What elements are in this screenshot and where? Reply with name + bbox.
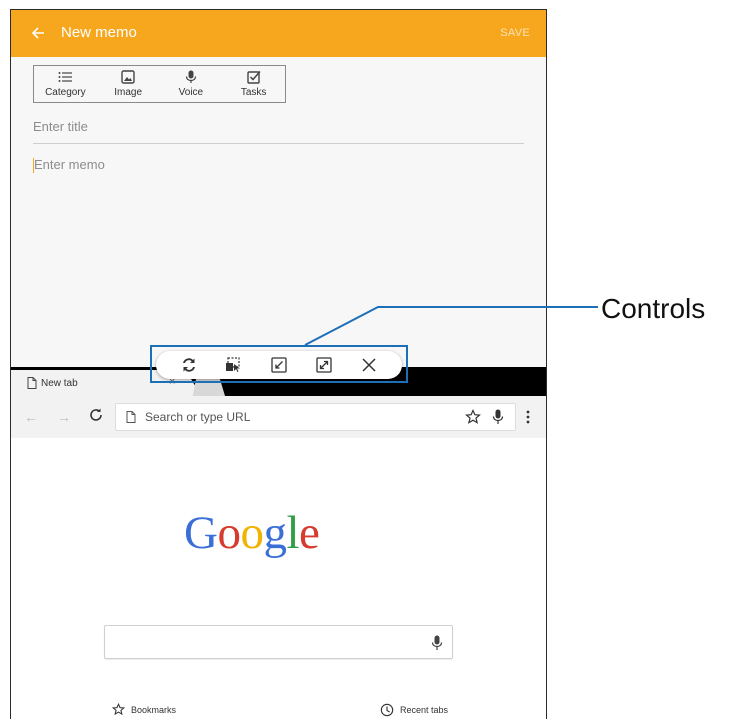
memo-header: New memo SAVE	[11, 10, 546, 57]
memo-toolbar: Category Image Voice Tasks	[33, 65, 286, 103]
voice-search-icon[interactable]	[431, 635, 443, 651]
recent-tabs-button[interactable]: Recent tabs	[380, 703, 448, 717]
reload-icon[interactable]	[88, 407, 104, 423]
category-button[interactable]: Category	[34, 66, 97, 102]
tasks-label: Tasks	[240, 87, 267, 98]
url-placeholder: Search or type URL	[145, 410, 251, 424]
logo-letter: l	[286, 507, 300, 559]
bookmarks-button[interactable]: Bookmarks	[112, 703, 176, 716]
logo-letter: e	[299, 507, 320, 559]
overflow-menu-icon[interactable]	[526, 410, 530, 424]
logo-letter: g	[263, 507, 287, 559]
title-placeholder: Enter title	[33, 119, 88, 134]
logo-letter: o	[240, 507, 264, 559]
bookmarks-label: Bookmarks	[131, 704, 177, 715]
forward-arrow-icon[interactable]: →	[57, 409, 71, 425]
google-search-input[interactable]	[104, 625, 453, 659]
list-icon	[58, 72, 73, 82]
url-input[interactable]: Search or type URL	[115, 403, 516, 431]
voice-button[interactable]: Voice	[160, 66, 223, 102]
logo-letter: o	[217, 507, 241, 559]
star-icon	[112, 703, 125, 716]
bookmark-star-icon[interactable]	[465, 409, 481, 425]
controls-highlight-box	[150, 345, 408, 383]
tasks-button[interactable]: Tasks	[222, 66, 285, 102]
google-logo: Google	[184, 506, 320, 560]
callout-label: Controls	[601, 293, 706, 324]
tab-title: New tab	[41, 378, 78, 389]
title-input[interactable]: Enter title	[33, 116, 524, 144]
memo-input[interactable]: Enter memo	[33, 156, 524, 256]
voice-label: Voice	[178, 87, 204, 98]
clock-icon	[380, 703, 394, 717]
arrow-left-icon[interactable]	[29, 23, 47, 43]
image-button[interactable]: Image	[97, 66, 160, 102]
image-label: Image	[114, 87, 143, 98]
image-icon	[121, 70, 135, 84]
voice-search-icon[interactable]	[492, 409, 504, 425]
memo-app: New memo SAVE Category Image Voice Tasks…	[11, 10, 546, 367]
browser-new-tab-page: Google Bookmarks Recent tabs	[11, 438, 546, 719]
microphone-icon	[185, 70, 196, 83]
category-label: Category	[45, 87, 86, 98]
memo-placeholder: Enter memo	[34, 157, 105, 172]
document-icon	[27, 377, 37, 389]
recent-tabs-label: Recent tabs	[400, 705, 449, 715]
save-button[interactable]: SAVE	[500, 27, 530, 39]
back-arrow-icon[interactable]: ←	[24, 409, 38, 425]
memo-title: New memo	[61, 24, 137, 41]
browser-address-bar: ← → Search or type URL	[11, 396, 546, 438]
page-icon	[126, 411, 136, 423]
logo-letter: G	[184, 507, 218, 559]
checkbox-icon	[246, 71, 261, 84]
